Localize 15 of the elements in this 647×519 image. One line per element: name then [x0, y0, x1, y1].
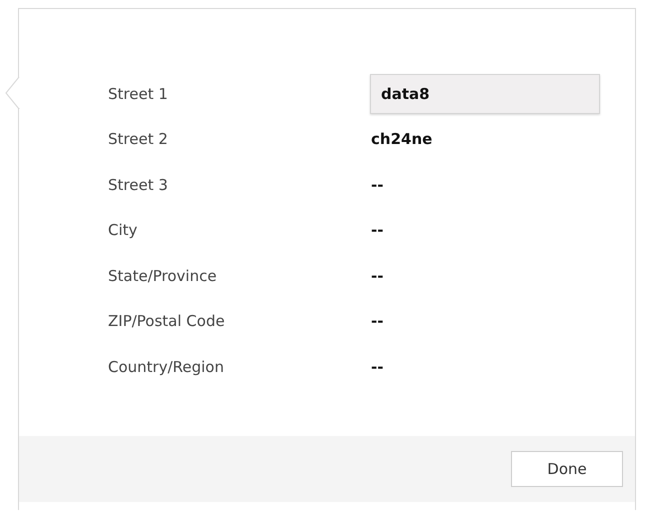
field-value: --	[370, 358, 384, 376]
field-value: --	[370, 266, 384, 285]
field-label: City	[108, 221, 138, 240]
field-label: Street 1	[108, 84, 169, 103]
field-label: Street 3	[108, 176, 169, 194]
field-label: State/Province	[108, 266, 218, 285]
field-label: Country/Region	[108, 358, 225, 376]
field-value: --	[370, 221, 384, 240]
field-value: ch24ne	[370, 130, 432, 148]
field-value: --	[370, 312, 384, 330]
field-label: Street 2	[108, 130, 169, 148]
field-label: ZIP/Postal Code	[108, 312, 226, 330]
done-button[interactable]: Done	[511, 451, 623, 487]
field-value: --	[370, 176, 384, 194]
input-field[interactable]: data8	[370, 74, 600, 114]
